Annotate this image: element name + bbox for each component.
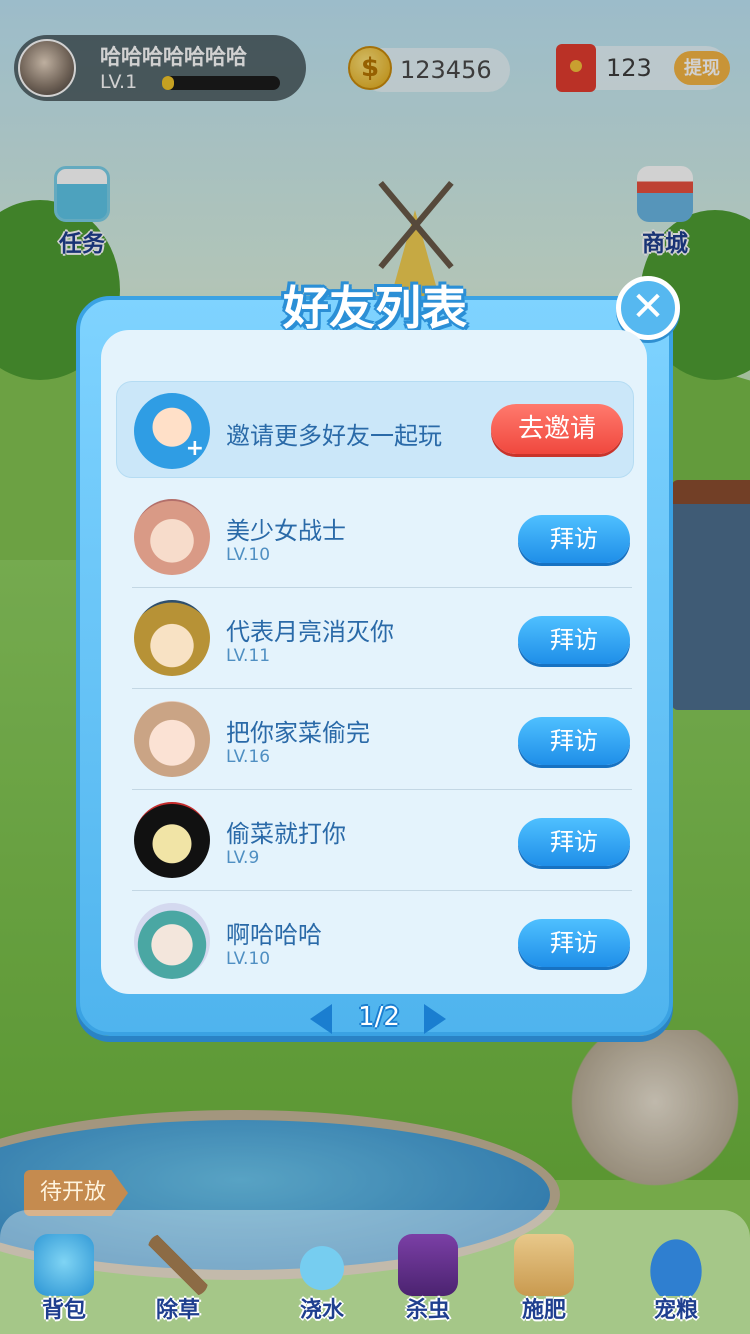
avatar[interactable]	[134, 499, 210, 575]
friend-level: LV.10	[226, 949, 271, 969]
friend-level: LV.9	[226, 848, 260, 868]
visit-button[interactable]: 拜访	[518, 515, 630, 563]
tool-label: 背包	[41, 1298, 86, 1323]
tool-label: 施肥	[521, 1298, 566, 1323]
list-item: 啊哈哈哈 LV.10 拜访	[132, 891, 632, 992]
list-item: 代表月亮消灭你 LV.11 拜访	[132, 588, 632, 689]
pesticide-icon	[398, 1234, 458, 1296]
fertilize-button[interactable]: 施肥	[494, 1234, 594, 1324]
friend-level: LV.10	[226, 545, 271, 565]
watering-can-icon	[292, 1234, 352, 1296]
friend-name: 啊哈哈哈	[226, 921, 322, 949]
visit-button[interactable]: 拜访	[518, 919, 630, 967]
pesticide-button[interactable]: 杀虫	[378, 1234, 478, 1324]
shovel-icon	[148, 1234, 208, 1296]
water-button[interactable]: 浇水	[272, 1234, 372, 1324]
invite-text: 邀请更多好友一起玩	[226, 422, 442, 450]
tool-label: 浇水	[299, 1298, 344, 1323]
visit-button[interactable]: 拜访	[518, 818, 630, 866]
friend-level: LV.11	[226, 646, 271, 666]
add-friend-plus-icon: +	[185, 436, 204, 461]
list-item: 偷菜就打你 LV.9 拜访	[132, 790, 632, 891]
pet-food-button[interactable]: 宠粮	[626, 1234, 726, 1324]
previous-page-icon[interactable]	[310, 1004, 332, 1034]
pet-food-icon	[646, 1234, 706, 1296]
tool-label: 杀虫	[405, 1298, 450, 1323]
friend-name: 代表月亮消灭你	[226, 618, 394, 646]
avatar[interactable]	[134, 802, 210, 878]
page-indicator: 1/2	[358, 1002, 400, 1032]
list-item: 把你家菜偷完 LV.16 拜访	[132, 689, 632, 790]
friend-name: 偷菜就打你	[226, 820, 346, 848]
next-page-icon[interactable]	[424, 1004, 446, 1034]
tool-label: 宠粮	[653, 1298, 698, 1323]
tool-label: 除草	[155, 1298, 200, 1323]
invite-avatar-icon: +	[134, 393, 210, 469]
invite-button[interactable]: 去邀请	[491, 404, 623, 454]
avatar[interactable]	[134, 701, 210, 777]
avatar[interactable]	[134, 600, 210, 676]
backpack-icon	[34, 1234, 94, 1296]
friend-name: 美少女战士	[226, 517, 346, 545]
visit-button[interactable]: 拜访	[518, 616, 630, 664]
visit-button[interactable]: 拜访	[518, 717, 630, 765]
fertilizer-icon	[514, 1234, 574, 1296]
weed-button[interactable]: 除草	[128, 1234, 228, 1324]
friend-name: 把你家菜偷完	[226, 719, 370, 747]
avatar[interactable]	[134, 903, 210, 979]
pagination: 1/2	[300, 998, 450, 1038]
friend-level: LV.16	[226, 747, 271, 767]
backpack-button[interactable]: 背包	[14, 1234, 114, 1324]
list-item: 美少女战士 LV.10 拜访	[132, 487, 632, 588]
